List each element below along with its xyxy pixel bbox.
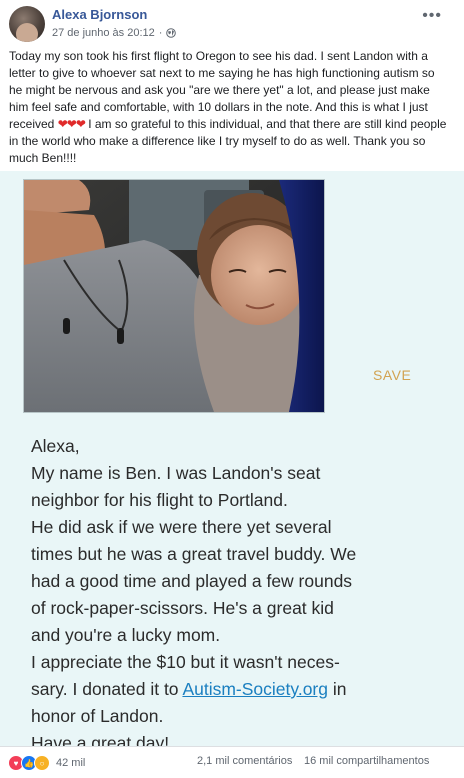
reactions-summary[interactable]: ♥ 👍 ○ 42 mil [8,755,85,771]
reaction-count: 42 mil [56,757,86,769]
letter-line: honor of Landon. [31,706,164,726]
save-label: SAVE [373,367,412,383]
post-timestamp[interactable]: 27 de junho às 20:12 [52,27,155,39]
letter-line: neighbor for his flight to Portland. [31,490,288,510]
letter-line: He did ask if we were there yet several [31,517,332,537]
post-meta: 27 de junho às 20:12 · [52,27,177,39]
selfie-illustration [24,180,324,412]
letter-line: sary. I donated it to Autism-Society.org… [31,676,451,703]
post-footer: ♥ 👍 ○ 42 mil 2,1 mil comentários 16 mil … [0,746,464,778]
letter-line: I appreciate the $10 but it wasn't neces… [31,652,340,672]
shares-count[interactable]: 16 mil compartilhamentos [304,755,429,767]
letter-line: Alexa, [31,436,80,456]
autism-society-link: Autism-Society.org [182,679,328,699]
letter-text: in [328,679,347,699]
letter-line: times but he was a great travel buddy. W… [31,544,357,564]
post-photo[interactable]: SAVE Alexa, My name is Ben. I was Landon… [0,171,464,746]
handwritten-letter: Alexa, My name is Ben. I was Landon's se… [31,433,451,746]
avatar[interactable] [9,6,45,42]
post-header: Alexa Bjornson 27 de junho às 20:12 · ••… [0,0,464,44]
letter-line: Have a great day! [31,733,170,746]
wow-reaction-icon: ○ [34,755,50,771]
author-name[interactable]: Alexa Bjornson [52,7,147,22]
letter-line: had a good time and played a few rounds [31,571,353,591]
letter-text: sary. I donated it to [31,679,183,699]
comments-count[interactable]: 2,1 mil comentários [197,755,292,767]
letter-line: and you're a lucky mom. [31,625,221,645]
letter-line: of rock-paper-scissors. He's a great kid [31,598,334,618]
more-options-icon[interactable]: ••• [422,7,442,25]
post-body: Today my son took his first flight to Or… [9,48,449,167]
letter-line: My name is Ben. I was Landon's seat [31,463,321,483]
selfie-image [23,179,325,413]
heart-emoji-icon: ❤❤❤ [57,117,86,131]
globe-icon [166,28,177,38]
